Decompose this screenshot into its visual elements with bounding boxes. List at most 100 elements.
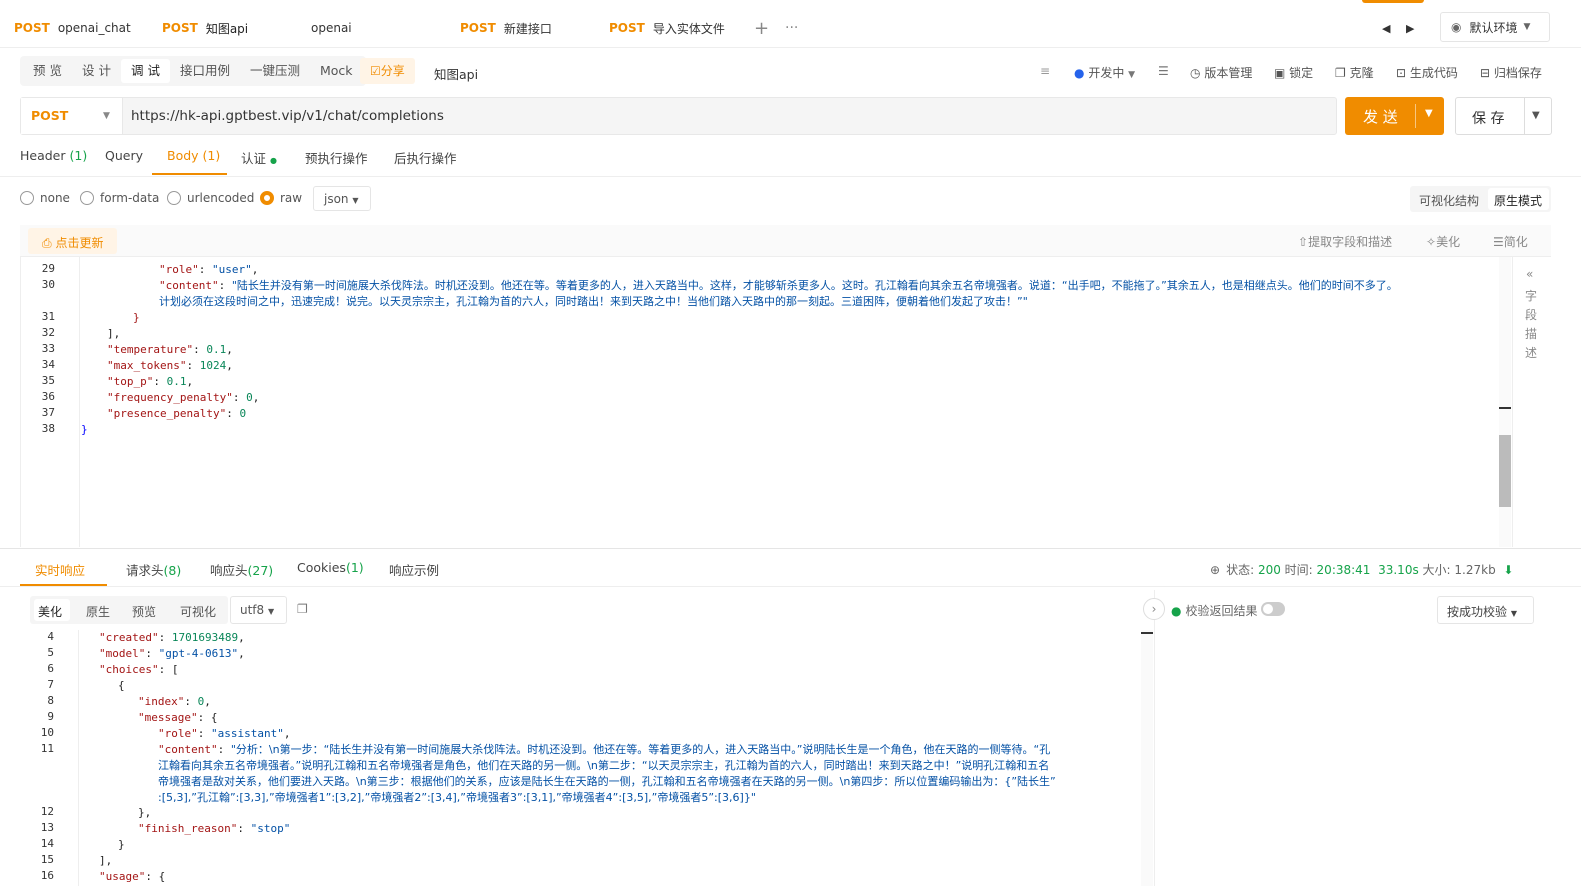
- json-value: 0: [239, 407, 247, 420]
- format-select[interactable]: json ▼: [313, 186, 371, 211]
- tab-prev-icon[interactable]: ◀: [1382, 8, 1390, 48]
- mode-mock[interactable]: Mock: [310, 59, 363, 83]
- tab-import-file[interactable]: POST 导入实体文件: [609, 8, 725, 48]
- field-desc-panel[interactable]: « 字段描述: [1512, 257, 1551, 547]
- share-button[interactable]: ☑分享: [360, 58, 415, 84]
- method-select[interactable]: POST ▼: [21, 98, 123, 134]
- save-button[interactable]: 保 存 ▼: [1455, 97, 1552, 135]
- copy-icon[interactable]: ❐: [297, 602, 308, 616]
- url-input[interactable]: https://hk-api.gptbest.vip/v1/chat/compl…: [131, 98, 444, 134]
- line-number: 35: [41, 374, 55, 387]
- extract-button[interactable]: ⇧提取字段和描述: [1298, 233, 1392, 250]
- mode-toolbar: 预 览 设 计 调 试 接口用例 一键压测 Mock ☑分享 知图api ≡ ●…: [0, 52, 1581, 92]
- radio-label: form-data: [100, 191, 160, 205]
- code-brace: }: [81, 423, 88, 436]
- line-number: 10: [40, 726, 54, 739]
- time-label: 时间:: [1284, 563, 1313, 577]
- env-label: 默认环境: [1469, 20, 1518, 35]
- tab-header[interactable]: Header (1): [20, 148, 87, 163]
- tab-query[interactable]: Query: [105, 148, 143, 163]
- edit-icon[interactable]: ≡: [1040, 64, 1050, 78]
- chevron-down-icon[interactable]: ▼: [1532, 110, 1540, 121]
- lock-button[interactable]: ▣ 锁定: [1274, 64, 1313, 81]
- response-view-segment: 美化 原生 预览 可视化: [30, 596, 228, 624]
- beautify-button[interactable]: ✧美化: [1426, 233, 1460, 250]
- tab-openai-chat[interactable]: POST openai_chat: [14, 8, 131, 48]
- view-beautify[interactable]: 美化: [34, 599, 70, 621]
- extract-label: 提取字段和描述: [1308, 235, 1393, 249]
- tab-active-indicator: [152, 173, 227, 175]
- line-number: 13: [40, 821, 54, 834]
- radio-form-data[interactable]: form-data: [80, 191, 159, 205]
- env-select[interactable]: ◉ 默认环境 ▼: [1440, 12, 1550, 42]
- tab-next-icon[interactable]: ▶: [1406, 8, 1414, 48]
- tab-method: POST: [162, 21, 198, 35]
- tab-resp-example[interactable]: 响应示例: [389, 560, 439, 579]
- send-button[interactable]: 发 送 ▼: [1345, 97, 1444, 135]
- top-accent-bar: [1362, 0, 1424, 3]
- tab-req-headers[interactable]: 请求头(8): [126, 560, 181, 579]
- add-tab-icon[interactable]: +: [754, 8, 769, 48]
- version-button[interactable]: ◷ 版本管理: [1190, 64, 1252, 81]
- mode-design[interactable]: 设 计: [72, 59, 121, 83]
- tab-body[interactable]: Body (1): [167, 148, 220, 163]
- encoding-select[interactable]: utf8 ▼: [230, 596, 287, 624]
- chevron-down-icon: ▼: [1128, 70, 1136, 80]
- archive-button[interactable]: ⊟ 归档保存: [1480, 64, 1542, 81]
- mode-cases[interactable]: 接口用例: [170, 59, 240, 83]
- view-raw[interactable]: 原生: [86, 603, 110, 620]
- validate-switch[interactable]: [1261, 602, 1285, 616]
- json-value: 1701693489: [171, 631, 239, 644]
- view-preview[interactable]: 预览: [132, 603, 156, 620]
- tab-label: 导入实体文件: [652, 21, 725, 36]
- chevron-down-icon[interactable]: ▼: [1425, 108, 1433, 119]
- editor-scrollbar[interactable]: [1499, 257, 1511, 547]
- more-icon[interactable]: ···: [785, 8, 798, 48]
- radio-raw[interactable]: raw: [260, 191, 302, 205]
- tab-auth[interactable]: 认证 ●: [241, 148, 277, 167]
- tab-openai[interactable]: openai: [311, 8, 352, 48]
- tab-resp-headers[interactable]: 响应头(27): [210, 560, 273, 579]
- mode-preview[interactable]: 预 览: [23, 59, 72, 83]
- tab-new-api[interactable]: POST 新建接口: [460, 8, 552, 48]
- validate-rule-select[interactable]: 按成功校验 ▼: [1437, 596, 1534, 624]
- status-select[interactable]: ● 开发中 ▼: [1074, 64, 1135, 81]
- mode-debug[interactable]: 调 试: [120, 59, 170, 83]
- simplify-button[interactable]: ☰简化: [1493, 233, 1528, 250]
- refresh-button[interactable]: ⎙ 点击更新: [28, 228, 118, 254]
- view-visual[interactable]: 可视化: [180, 603, 216, 620]
- view-visual[interactable]: 可视化结构: [1419, 192, 1479, 209]
- tab-auth-label: 认证: [241, 151, 267, 166]
- line-number: 34: [41, 358, 55, 371]
- tab-zhitu-api[interactable]: POST 知图api: [162, 8, 248, 48]
- divider: [0, 548, 1581, 549]
- mode-stress[interactable]: 一键压测: [240, 59, 310, 83]
- api-name[interactable]: 知图api: [434, 64, 478, 83]
- gencode-button[interactable]: ⊡ 生成代码: [1396, 64, 1458, 81]
- tab-label: openai: [311, 21, 352, 35]
- code-line: :[5,3],”孔江翰”:[3,3],”帝境强者1”:[3,2],”帝境强者2”…: [158, 790, 756, 806]
- response-scrollbar[interactable]: [1141, 630, 1153, 886]
- outline-icon[interactable]: ☰: [1158, 64, 1169, 78]
- tab-live-response[interactable]: 实时响应: [35, 560, 85, 579]
- response-body-viewer[interactable]: 4 5 6 7 8 9 10 11 12 13 14 15 16 "create…: [20, 630, 1153, 886]
- url-bar: POST ▼ https://hk-api.gptbest.vip/v1/chat…: [20, 97, 1337, 135]
- request-body-editor[interactable]: 29 30 31 32 33 34 35 36 37 38 "role": "u…: [20, 257, 1511, 547]
- tab-post-script[interactable]: 后执行操作: [394, 148, 457, 167]
- download-icon[interactable]: ⬇: [1503, 563, 1513, 577]
- tab-pre-script[interactable]: 预执行操作: [305, 148, 368, 167]
- scrollbar-thumb[interactable]: [1499, 435, 1511, 507]
- collapse-icon[interactable]: «: [1526, 267, 1533, 281]
- radio-none[interactable]: none: [20, 191, 70, 205]
- view-raw[interactable]: 原生模式: [1488, 188, 1549, 210]
- expand-icon[interactable]: ›: [1143, 598, 1165, 620]
- status-label: 开发中: [1088, 66, 1125, 80]
- tab-cookies[interactable]: Cookies(1): [297, 560, 364, 575]
- radio-urlencoded[interactable]: urlencoded: [167, 191, 254, 205]
- tab-label: 新建接口: [503, 21, 552, 36]
- clone-button[interactable]: ❐ 克隆: [1335, 64, 1374, 81]
- json-value: "stop": [250, 822, 291, 835]
- magic-icon: ✧: [1426, 235, 1437, 249]
- json-key: "presence_penalty": [107, 407, 227, 420]
- validate-label: 校验返回结果: [1185, 604, 1258, 618]
